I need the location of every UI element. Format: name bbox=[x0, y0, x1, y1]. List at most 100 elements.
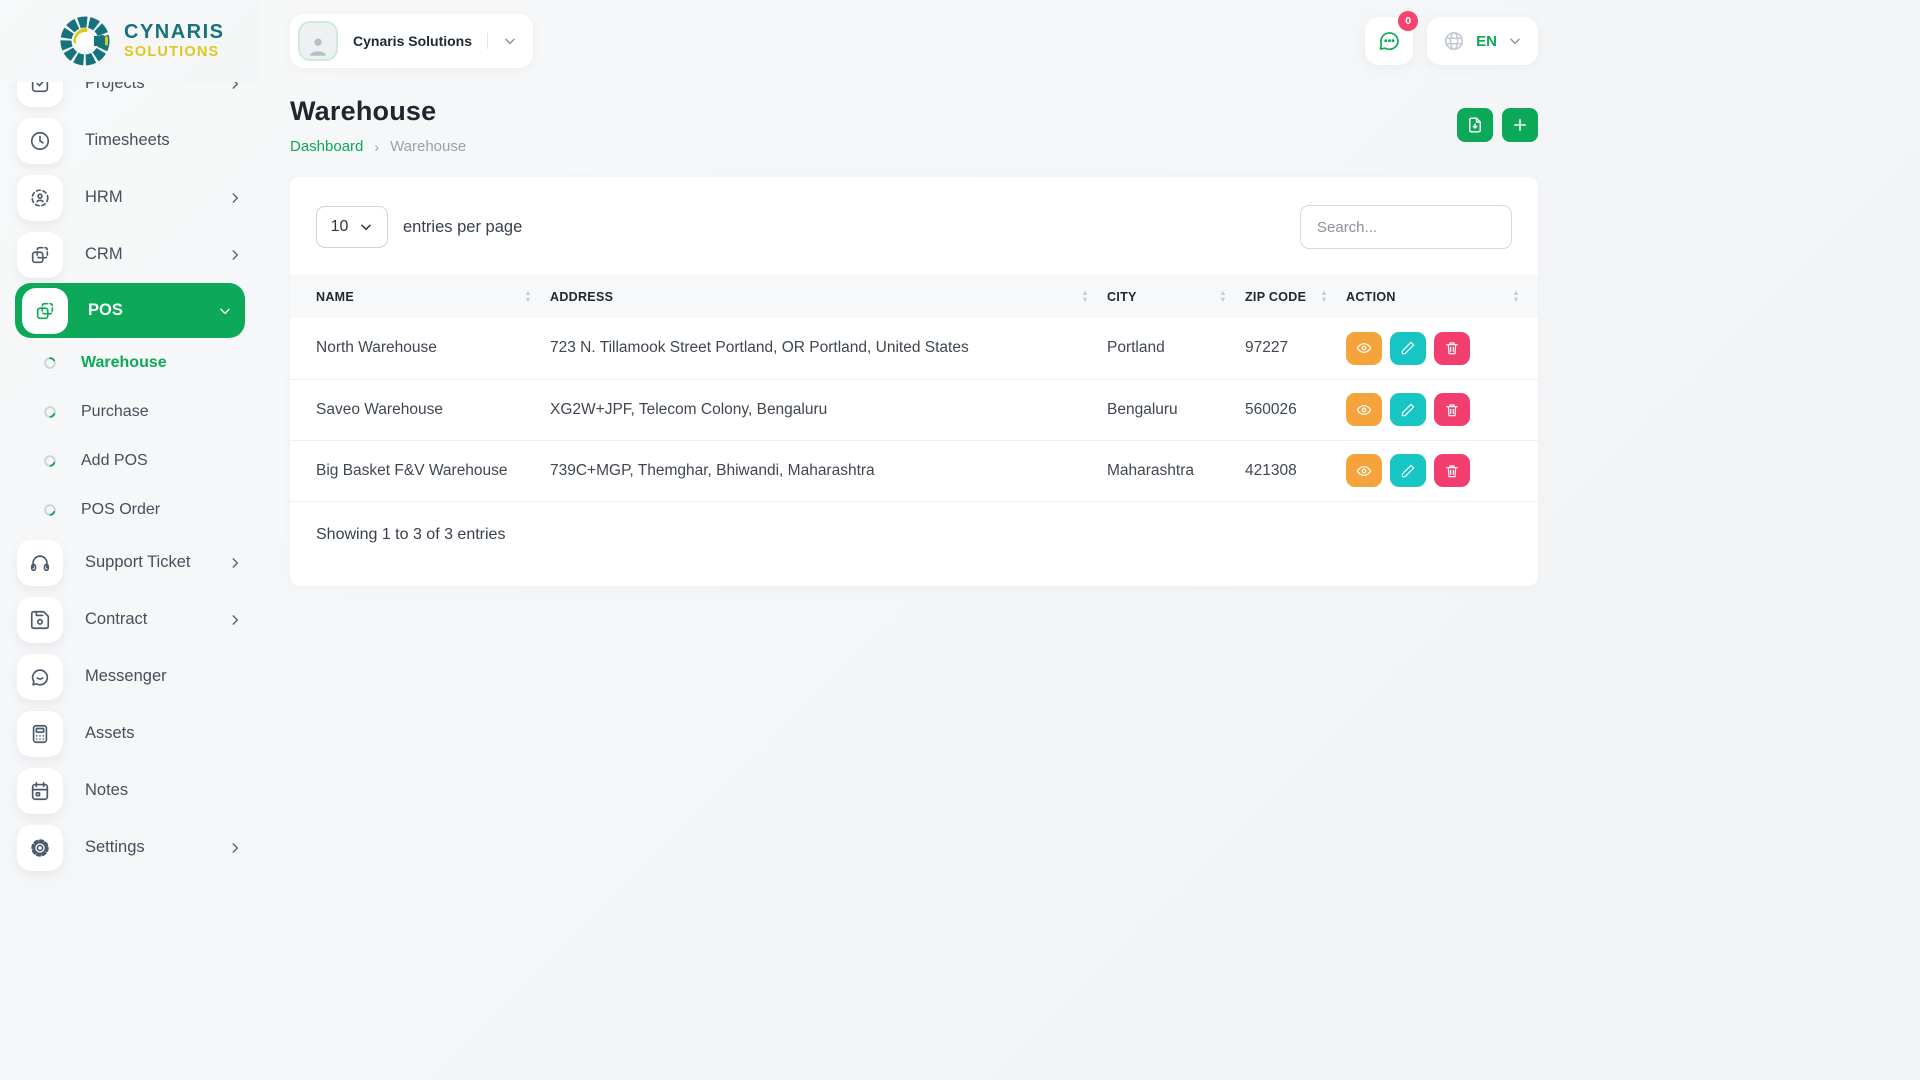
cell-name: North Warehouse bbox=[290, 318, 550, 380]
add-warehouse-button[interactable] bbox=[1502, 108, 1538, 142]
app-root: CYNARIS SOLUTIONS Projects Timesheets HR… bbox=[0, 0, 1920, 1080]
sidebar-item-timesheets[interactable]: Timesheets bbox=[0, 112, 260, 169]
sidebar-item-assets[interactable]: Assets bbox=[0, 705, 260, 762]
entries-per-page-select[interactable]: 10 bbox=[316, 206, 388, 248]
pencil-icon bbox=[1401, 464, 1415, 477]
column-header-name: NAME bbox=[316, 289, 355, 304]
chevron-right-icon bbox=[228, 248, 242, 262]
page-header: Warehouse Dashboard › Warehouse bbox=[290, 96, 1538, 155]
breadcrumb-dashboard-link[interactable]: Dashboard bbox=[290, 138, 363, 155]
sort-icon[interactable]: ▲ ▼ bbox=[1081, 289, 1089, 303]
edit-button[interactable] bbox=[1390, 393, 1426, 426]
export-button[interactable] bbox=[1457, 108, 1493, 142]
sidebar-subitem-label: POS Order bbox=[81, 500, 161, 518]
donut-bullet-icon bbox=[43, 503, 57, 517]
sidebar-item-pos[interactable]: POS bbox=[15, 283, 245, 338]
sidebar-item-hrm[interactable]: HRM bbox=[0, 169, 260, 226]
sidebar-item-crm[interactable]: CRM bbox=[0, 226, 260, 283]
table-header-row: NAME ▲ ▼ ADDRESS ▲ ▼ CITY ▲ ▼ ZIP CODE ▲ ▼ ACTIO… bbox=[290, 275, 1538, 318]
chat-bubble-icon bbox=[17, 653, 63, 700]
chevron-right-icon bbox=[228, 556, 242, 570]
cell-name: Saveo Warehouse bbox=[290, 379, 550, 441]
clock-icon bbox=[17, 117, 63, 164]
sidebar-item-label: POS bbox=[88, 301, 123, 319]
messages-button[interactable]: 0 bbox=[1365, 11, 1419, 65]
column-header-zip: ZIP CODE bbox=[1245, 289, 1307, 304]
floppy-icon bbox=[17, 596, 63, 643]
row-actions bbox=[1346, 331, 1520, 365]
view-button[interactable] bbox=[1346, 331, 1382, 365]
pencil-icon bbox=[1401, 403, 1415, 416]
sidebar-subitem-warehouse[interactable]: Warehouse bbox=[0, 338, 260, 387]
brand-logo-text: CYNARIS SOLUTIONS bbox=[124, 22, 225, 60]
notification-badge: 0 bbox=[1398, 11, 1419, 31]
column-header-action: ACTION bbox=[1346, 289, 1396, 304]
chevron-right-icon bbox=[228, 191, 242, 205]
table-row: Saveo Warehouse XG2W+JPF, Telecom Colony… bbox=[290, 379, 1538, 441]
company-selector[interactable]: Cynaris Solutions bbox=[290, 14, 534, 68]
donut-bullet-icon bbox=[43, 356, 57, 370]
cell-city: Maharashtra bbox=[1107, 440, 1245, 502]
chat-dots-icon bbox=[1379, 32, 1400, 51]
sort-icon[interactable]: ▲ ▼ bbox=[1320, 289, 1328, 303]
delete-button[interactable] bbox=[1434, 454, 1470, 487]
calculator-icon bbox=[17, 710, 63, 757]
delete-button[interactable] bbox=[1434, 331, 1470, 365]
breadcrumb-current: Warehouse bbox=[390, 138, 467, 155]
sidebar-item-notes[interactable]: Notes bbox=[0, 762, 260, 819]
search-input[interactable] bbox=[1300, 205, 1512, 249]
view-button[interactable] bbox=[1346, 454, 1382, 487]
sidebar: CYNARIS SOLUTIONS Projects Timesheets HR… bbox=[0, 0, 260, 1080]
sidebar-item-contract[interactable]: Contract bbox=[0, 591, 260, 648]
sidebar-item-messenger[interactable]: Messenger bbox=[0, 648, 260, 705]
chevron-right-icon bbox=[228, 613, 242, 627]
chevron-right-icon bbox=[228, 841, 242, 855]
eye-icon bbox=[1356, 465, 1372, 476]
file-export-icon bbox=[1469, 117, 1481, 133]
sidebar-subitem-pos-order[interactable]: POS Order bbox=[0, 485, 260, 534]
sidebar-subitem-label: Purchase bbox=[81, 402, 149, 420]
edit-button[interactable] bbox=[1390, 454, 1426, 487]
plus-icon bbox=[1513, 118, 1527, 132]
cell-zip: 421308 bbox=[1245, 440, 1346, 502]
warehouse-table: NAME ▲ ▼ ADDRESS ▲ ▼ CITY ▲ ▼ ZIP CODE ▲ ▼ ACTIO… bbox=[290, 275, 1538, 502]
pencil-icon bbox=[1401, 341, 1415, 355]
brand-subname: SOLUTIONS bbox=[124, 44, 220, 61]
donut-bullet-icon bbox=[43, 454, 57, 468]
column-header-city: CITY bbox=[1107, 289, 1137, 304]
brand-name: CYNARIS bbox=[124, 21, 225, 44]
sidebar-item-label: Contract bbox=[85, 610, 148, 628]
sidebar-item-support-ticket[interactable]: Support Ticket bbox=[0, 534, 260, 591]
cell-city: Bengaluru bbox=[1107, 379, 1245, 441]
topbar: Cynaris Solutions 0 EN bbox=[290, 0, 1538, 72]
delete-button[interactable] bbox=[1434, 393, 1470, 426]
page-title: Warehouse bbox=[290, 96, 437, 126]
sidebar-item-label: Notes bbox=[85, 781, 129, 799]
topbar-right: 0 EN bbox=[1365, 11, 1538, 65]
cell-address: 739C+MGP, Themghar, Bhiwandi, Maharashtr… bbox=[550, 440, 1107, 502]
entries-per-page-label: entries per page bbox=[403, 217, 523, 236]
eye-icon bbox=[1356, 404, 1372, 415]
sort-icon[interactable]: ▲ ▼ bbox=[1512, 289, 1520, 303]
sidebar-subitem-purchase[interactable]: Purchase bbox=[0, 387, 260, 436]
sort-icon[interactable]: ▲ ▼ bbox=[1219, 289, 1227, 303]
column-header-address: ADDRESS bbox=[550, 289, 614, 304]
entries-per-page: 10 entries per page bbox=[316, 206, 522, 248]
brand-logo[interactable]: CYNARIS SOLUTIONS bbox=[0, 0, 260, 82]
sidebar-item-settings[interactable]: Settings bbox=[0, 819, 260, 876]
table-row: North Warehouse 723 N. Tillamook Street … bbox=[290, 318, 1538, 380]
company-avatar bbox=[298, 21, 338, 61]
cell-address: XG2W+JPF, Telecom Colony, Bengaluru bbox=[550, 379, 1107, 441]
user-focus-icon bbox=[17, 174, 63, 221]
overlap-squares-icon bbox=[17, 231, 63, 278]
view-button[interactable] bbox=[1346, 393, 1382, 426]
sidebar-item-label: CRM bbox=[85, 245, 123, 263]
entries-per-page-value: 10 bbox=[330, 218, 349, 235]
donut-bullet-icon bbox=[43, 405, 57, 419]
sort-icon[interactable]: ▲ ▼ bbox=[524, 289, 532, 303]
language-code: EN bbox=[1476, 32, 1497, 50]
sidebar-subitem-add-pos[interactable]: Add POS bbox=[0, 436, 260, 485]
sidebar-subitem-label: Warehouse bbox=[81, 353, 167, 371]
edit-button[interactable] bbox=[1390, 331, 1426, 365]
language-selector[interactable]: EN bbox=[1427, 17, 1538, 65]
